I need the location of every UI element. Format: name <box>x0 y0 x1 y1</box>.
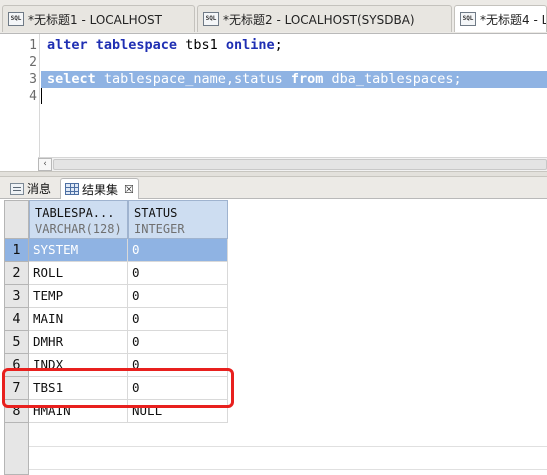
keyword: online <box>225 37 275 53</box>
sql-file-icon: SQL <box>203 12 219 26</box>
row-number[interactable]: 1 <box>4 239 29 262</box>
line-number: 4 <box>29 89 37 104</box>
table-cell-status[interactable]: 0 <box>128 239 228 262</box>
table-cell-status[interactable]: 0 <box>128 285 228 308</box>
punctuation: ; <box>453 71 462 87</box>
row-number[interactable]: 4 <box>4 308 29 331</box>
keyword: alter <box>47 37 88 53</box>
result-tab-bar: 消息 结果集 ☒ <box>0 177 547 199</box>
keyword: from <box>290 71 324 87</box>
sql-file-icon: SQL <box>8 12 24 26</box>
message-icon <box>10 182 24 195</box>
table-cell-status[interactable]: 0 <box>128 262 228 285</box>
grid-line <box>29 469 547 470</box>
editor-tab-label: *无标题2 - LOCALHOST(SYSDBA) <box>223 12 415 27</box>
punctuation: ; <box>274 37 283 53</box>
column-type: INTEGER <box>134 222 185 236</box>
scroll-left-icon[interactable]: ‹ <box>38 158 52 171</box>
annotation-highlight-box <box>2 368 234 408</box>
table-cell-name[interactable]: MAIN <box>29 308 128 331</box>
sql-editor[interactable]: 1 2 3 4 alter tablespace tbs1 online; se… <box>0 34 547 157</box>
table-cell-status[interactable]: 0 <box>128 308 228 331</box>
column-type: VARCHAR(128) <box>35 222 122 236</box>
row-number[interactable]: 5 <box>4 331 29 354</box>
identifier: dba_tablespaces <box>331 71 454 87</box>
close-icon[interactable]: ☒ <box>124 183 134 196</box>
editor-horizontal-scrollbar[interactable]: ‹ <box>38 157 547 171</box>
tab-label: 结果集 <box>82 182 119 197</box>
table-cell-name[interactable]: ROLL <box>29 262 128 285</box>
table-cell-name[interactable]: DMHR <box>29 331 128 354</box>
grid-line <box>29 446 547 447</box>
line-number: 3 <box>29 72 37 87</box>
scrollbar-thumb[interactable] <box>53 159 547 170</box>
column-name: STATUS <box>134 206 178 220</box>
editor-tab-bar: SQL *无标题1 - LOCALHOST SQL *无标题2 - LOCALH… <box>0 0 547 34</box>
sql-file-icon: SQL <box>460 12 476 26</box>
row-number[interactable]: 2 <box>4 262 29 285</box>
editor-tab-untitled4[interactable]: SQL *无标题4 - L <box>454 5 547 32</box>
text-caret <box>41 88 42 104</box>
grid-icon <box>65 183 79 195</box>
tab-messages[interactable]: 消息 <box>6 178 55 199</box>
column-name: TABLESPA... <box>35 206 115 220</box>
editor-tab-label: *无标题4 - L <box>480 12 547 27</box>
identifier: tbs1 <box>185 37 218 53</box>
row-number[interactable]: 3 <box>4 285 29 308</box>
grid-corner[interactable] <box>4 200 29 239</box>
tab-label: 消息 <box>27 182 52 196</box>
editor-tab-untitled1[interactable]: SQL *无标题1 - LOCALHOST <box>2 5 195 32</box>
identifier: tablespace_name,status <box>103 71 283 87</box>
keyword: select <box>47 71 96 87</box>
table-cell-status[interactable]: 0 <box>128 331 228 354</box>
editor-tab-untitled2[interactable]: SQL *无标题2 - LOCALHOST(SYSDBA) <box>197 5 452 32</box>
line-number-gutter: 1 2 3 4 <box>0 34 40 157</box>
code-line-1[interactable]: alter tablespace tbs1 online; <box>41 37 547 54</box>
column-header-tablespace-name[interactable]: TABLESPA... VARCHAR(128) <box>29 200 128 239</box>
editor-tab-label: *无标题1 - LOCALHOST <box>28 12 162 27</box>
result-grid[interactable]: TABLESPA... VARCHAR(128) STATUS INTEGER … <box>0 199 547 475</box>
column-header-status[interactable]: STATUS INTEGER <box>128 200 228 239</box>
code-line-3[interactable]: select tablespace_name,status from dba_t… <box>41 71 547 88</box>
table-cell-name[interactable]: SYSTEM <box>29 239 128 262</box>
tab-result-set[interactable]: 结果集 ☒ <box>60 178 139 199</box>
empty-row-header <box>4 423 29 475</box>
table-cell-name[interactable]: TEMP <box>29 285 128 308</box>
line-number: 1 <box>29 38 37 53</box>
keyword: tablespace <box>95 37 178 53</box>
line-number: 2 <box>29 55 37 70</box>
